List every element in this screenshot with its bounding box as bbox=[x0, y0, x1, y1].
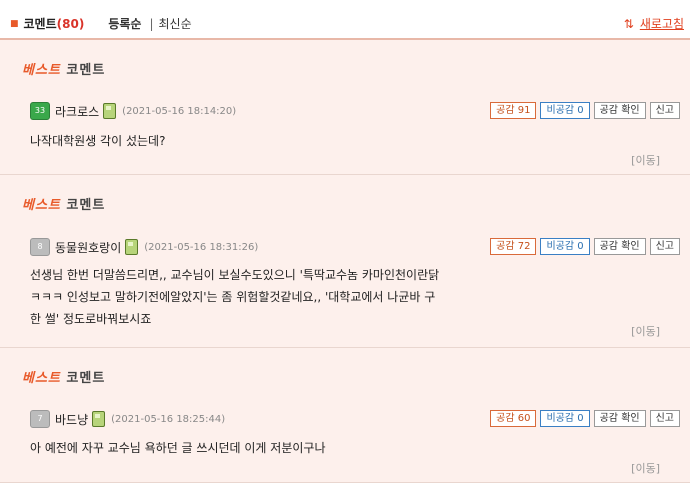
comment-line: 아 예전에 자꾸 교수님 욕하던 글 쓰시던데 이게 저분이구나 bbox=[30, 441, 326, 455]
comment-line: 선생님 한번 더말씀드리면,, 교수님이 보실수도있으니 '특딱교수놈 카마인천… bbox=[30, 268, 440, 282]
sort-registered-link[interactable]: 등록순 bbox=[108, 15, 141, 32]
like-button[interactable]: 공감 91 bbox=[490, 102, 537, 119]
comment-meta: 8 동물원호랑이 (2021-05-16 18:31:26) bbox=[30, 238, 258, 256]
best-word: 베스트 bbox=[22, 371, 61, 386]
comment-actions: 공감 91 비공감 0 공감 확인 신고 bbox=[490, 102, 680, 119]
comment-body: 선생님 한번 더말씀드리면,, 교수님이 보실수도있으니 '특딱교수놈 카마인천… bbox=[30, 264, 439, 330]
comment-count: (80) bbox=[56, 16, 85, 31]
comment-actions: 공감 72 비공감 0 공감 확인 신고 bbox=[490, 238, 680, 255]
best-comment: 베스트 코멘트 8 동물원호랑이 (2021-05-16 18:31:26) 공… bbox=[0, 175, 690, 348]
comment-body: 나작대학원생 각이 섰는데? bbox=[30, 130, 165, 152]
mobile-icon bbox=[92, 411, 106, 427]
report-button[interactable]: 신고 bbox=[649, 238, 680, 255]
nickname[interactable]: 라크로스 bbox=[55, 103, 99, 120]
comment-header-left: ■ 코멘트 (80) 등록순 | 최신순 bbox=[10, 15, 192, 32]
comment-date: (2021-05-16 18:25:44) bbox=[111, 413, 226, 425]
best-comment-label: 베스트 코멘트 bbox=[22, 59, 105, 78]
sort-divider: | bbox=[149, 16, 154, 31]
refresh-label: 새로고침 bbox=[639, 17, 684, 31]
comment-line: 한 썰' 정도로바꿔보시죠 bbox=[30, 312, 152, 326]
comment-body: 아 예전에 자꾸 교수님 욕하던 글 쓰시던데 이게 저분이구나 bbox=[30, 437, 325, 459]
comment-line: ㅋㅋㅋ 인성보고 말하기전에알았지'는 좀 위험할것같네요,, '대학교에서 나… bbox=[30, 290, 436, 304]
report-button[interactable]: 신고 bbox=[649, 410, 680, 427]
best-tail: 코멘트 bbox=[60, 198, 106, 213]
level-badge-icon: 33 bbox=[30, 102, 50, 120]
comment-meta: 7 바드냥 (2021-05-16 18:25:44) bbox=[30, 410, 225, 428]
refresh-arrows-icon: ⇅ bbox=[623, 16, 634, 31]
nickname[interactable]: 동물원호랑이 bbox=[55, 239, 121, 256]
nickname[interactable]: 바드냥 bbox=[55, 411, 88, 428]
best-comment: 베스트 코멘트 7 바드냥 (2021-05-16 18:25:44) 공감 6… bbox=[0, 348, 690, 483]
best-word: 베스트 bbox=[22, 63, 61, 78]
check-likes-button[interactable]: 공감 확인 bbox=[593, 102, 646, 119]
best-word: 베스트 bbox=[22, 198, 61, 213]
level-badge-icon: 7 bbox=[30, 410, 50, 428]
dislike-button[interactable]: 비공감 0 bbox=[540, 238, 590, 255]
move-link[interactable]: [이동] bbox=[631, 460, 660, 476]
sort-latest-link[interactable]: 최신순 bbox=[158, 15, 191, 32]
best-tail: 코멘트 bbox=[60, 63, 106, 78]
comment-actions: 공감 60 비공감 0 공감 확인 신고 bbox=[490, 410, 680, 427]
bullet-icon: ■ bbox=[10, 18, 19, 29]
comment-date: (2021-05-16 18:31:26) bbox=[144, 241, 259, 253]
dislike-button[interactable]: 비공감 0 bbox=[540, 102, 590, 119]
move-link[interactable]: [이동] bbox=[631, 152, 660, 168]
like-button[interactable]: 공감 60 bbox=[490, 410, 537, 427]
comment-meta: 33 라크로스 (2021-05-16 18:14:20) bbox=[30, 102, 236, 120]
comment-date: (2021-05-16 18:14:20) bbox=[122, 105, 237, 117]
mobile-icon bbox=[125, 239, 139, 255]
best-comment: 베스트 코멘트 33 라크로스 (2021-05-16 18:14:20) 공감… bbox=[0, 40, 690, 175]
best-tail: 코멘트 bbox=[60, 371, 106, 386]
comment-line: 나작대학원생 각이 섰는데? bbox=[30, 134, 166, 148]
move-link[interactable]: [이동] bbox=[631, 323, 660, 339]
level-badge-icon: 8 bbox=[30, 238, 50, 256]
check-likes-button[interactable]: 공감 확인 bbox=[593, 410, 646, 427]
best-comment-label: 베스트 코멘트 bbox=[22, 194, 105, 213]
report-button[interactable]: 신고 bbox=[649, 102, 680, 119]
dislike-button[interactable]: 비공감 0 bbox=[540, 410, 590, 427]
mobile-icon bbox=[103, 103, 117, 119]
check-likes-button[interactable]: 공감 확인 bbox=[593, 238, 646, 255]
like-button[interactable]: 공감 72 bbox=[490, 238, 537, 255]
best-comment-label: 베스트 코멘트 bbox=[22, 367, 105, 386]
refresh-button[interactable]: ⇅ 새로고침 bbox=[624, 15, 684, 32]
comment-title: 코멘트 bbox=[23, 17, 57, 31]
comment-header: ■ 코멘트 (80) 등록순 | 최신순 ⇅ 새로고침 bbox=[0, 0, 690, 40]
